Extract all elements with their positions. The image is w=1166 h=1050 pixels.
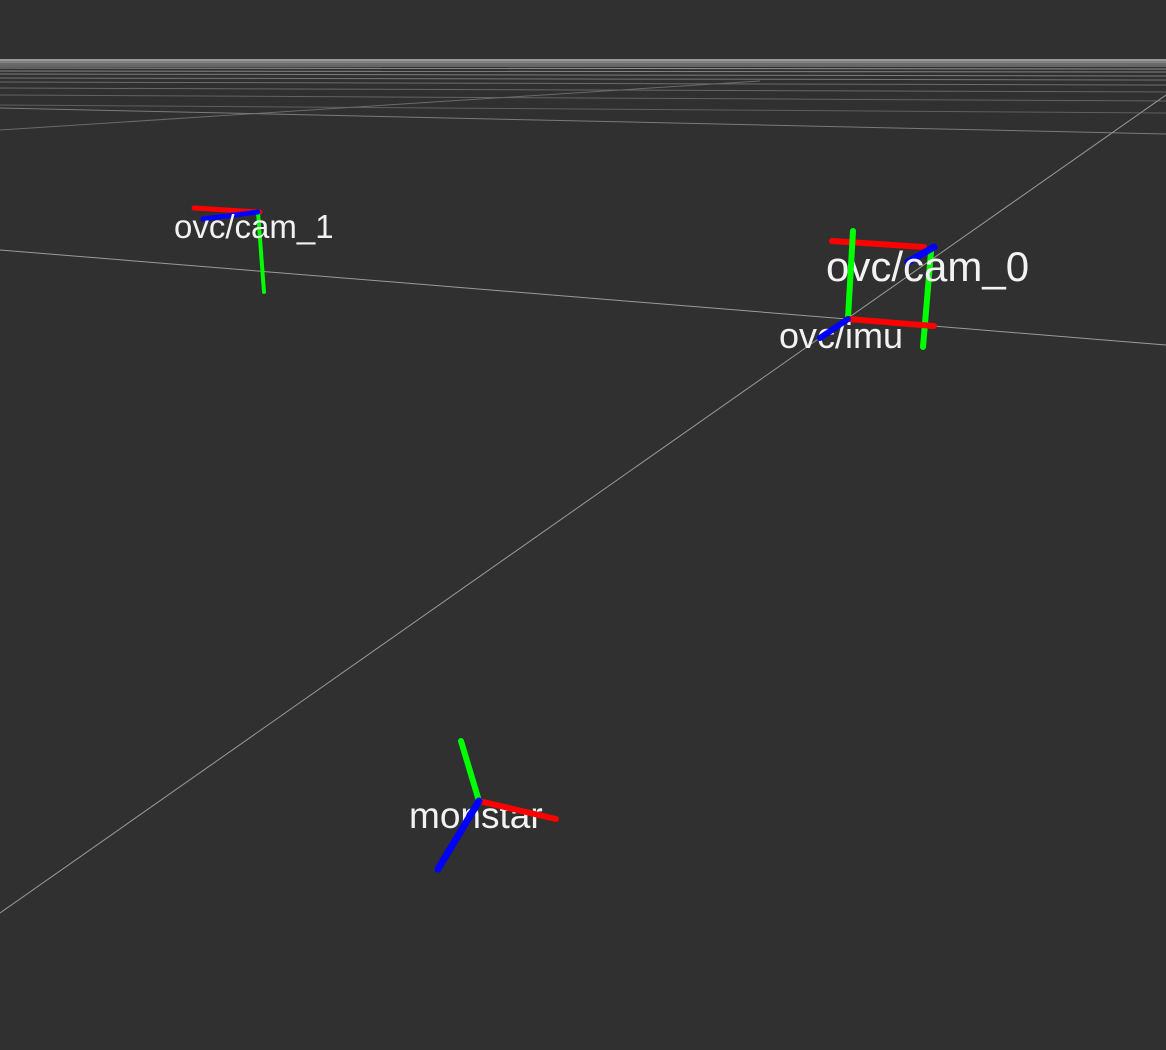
3d-viewport[interactable]: ovc/cam_1 ovc/cam_0 ovc/imu monstar — [0, 0, 1166, 1050]
tf-scene: ovc/cam_1 ovc/cam_0 ovc/imu monstar — [0, 59, 1166, 914]
frame-monstar[interactable]: monstar — [409, 738, 559, 873]
grid-horizon — [0, 59, 1166, 135]
frame-ovc-cam-1[interactable]: ovc/cam_1 — [174, 205, 334, 294]
y-axis — [458, 738, 482, 804]
frame-label-cam-1: ovc/cam_1 — [174, 208, 334, 245]
frame-label-cam-0: ovc/cam_0 — [826, 243, 1029, 290]
